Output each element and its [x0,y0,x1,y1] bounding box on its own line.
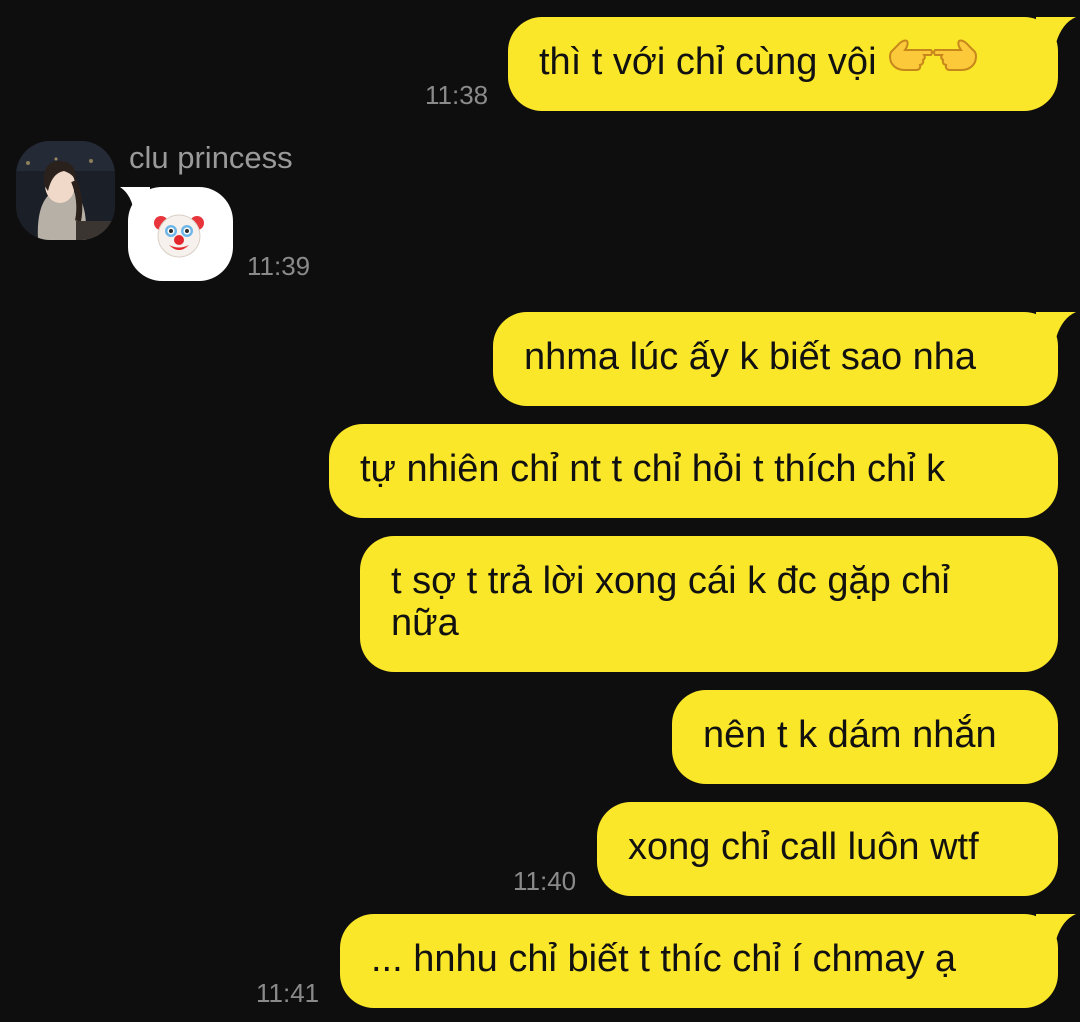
message-text: xong chỉ call luôn wtf [628,826,979,868]
bubble-tail [1036,17,1076,43]
message-timestamp: 11:41 [256,978,320,1008]
message-bubble-sent[interactable]: ... hnhu chỉ biết t thíc chỉ í chmay ạ [340,914,1076,1008]
contact-name: clu princess [129,140,293,175]
message-bubble-sent[interactable]: xong chỉ call luôn wtf [597,802,1058,896]
bubble-tail [1036,312,1076,338]
message-bubble-sent[interactable]: nên t k dám nhắn [672,690,1058,784]
backhand-index-pointing-right-icon [933,38,979,89]
bubble-tail [120,187,150,213]
message-text: nên t k dám nhắn [703,714,997,756]
message-timestamp: 11:38 [425,80,489,110]
avatar[interactable] [16,141,115,240]
message-bubble-sent[interactable]: nhma lúc ấy k biết sao nha [493,312,1076,406]
backhand-index-pointing-left-icon [887,38,934,89]
message-timestamp: 11:40 [513,866,577,896]
message-text: thì t với chỉ cùng vội [539,37,1030,89]
message-text: nhma lúc ấy k biết sao nha [524,336,977,378]
clown-face-icon [154,209,204,259]
message-bubble-sent[interactable]: thì t với chỉ cùng vội [508,17,1076,111]
message-text: tự nhiên chỉ nt t chỉ hỏi t thích chỉ k [360,448,946,490]
message-timestamp: 11:39 [247,251,311,281]
message-bubble-sent[interactable]: tự nhiên chỉ nt t chỉ hỏi t thích chỉ k [329,424,1058,518]
bubble-tail [1036,914,1076,940]
message-text-line: t sợ t trả lời xong cái k đc gặp chỉ [391,560,950,602]
message-bubble-sent[interactable]: t sợ t trả lời xong cái k đc gặp chỉ nữa [360,536,1058,672]
avatar-photo-icon [16,141,115,240]
message-text: ... hnhu chỉ biết t thíc chỉ í chmay ạ [371,938,957,980]
message-bubble-received[interactable] [120,187,233,281]
